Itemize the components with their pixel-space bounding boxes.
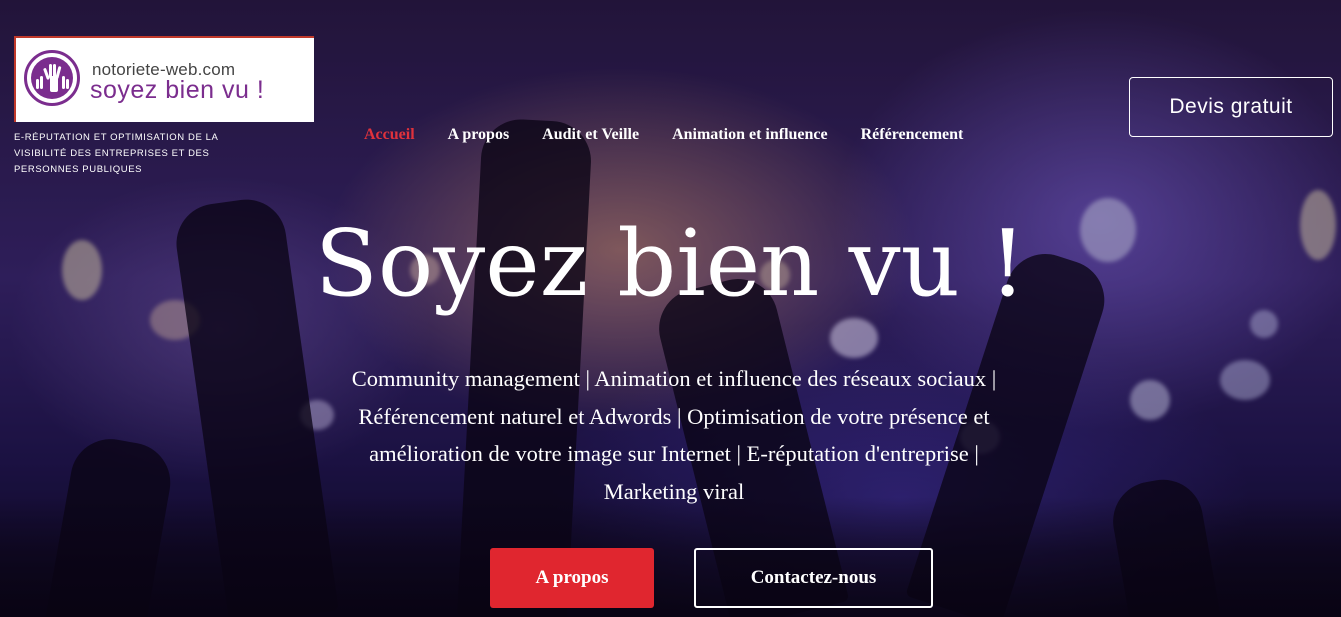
raised-hand-icon	[24, 50, 80, 106]
nav-item-accueil[interactable]: Accueil	[364, 126, 415, 144]
hero-subtitle: Community management | Animation et infl…	[351, 366, 997, 504]
contactez-nous-button[interactable]: Contactez-nous	[694, 548, 933, 608]
site-tagline: E-RÉPUTATION ET OPTIMISATION DE LA VISIB…	[14, 132, 218, 175]
site-logo[interactable]: notoriete-web.com soyez bien vu !	[14, 36, 314, 122]
main-navigation: Accueil A propos Audit et Veille Animati…	[364, 126, 963, 144]
a-propos-button[interactable]: A propos	[490, 548, 654, 608]
devis-gratuit-button[interactable]: Devis gratuit	[1129, 77, 1333, 137]
nav-item-a-propos[interactable]: A propos	[448, 126, 510, 144]
hero-title: Soyez bien vu !	[314, 210, 1027, 317]
nav-item-referencement[interactable]: Référencement	[861, 126, 964, 144]
nav-item-animation-et-influence[interactable]: Animation et influence	[672, 126, 828, 144]
nav-item-audit-et-veille[interactable]: Audit et Veille	[542, 126, 639, 144]
logo-slogan-text: soyez bien vu !	[90, 76, 265, 104]
page: notoriete-web.com soyez bien vu ! E-RÉPU…	[0, 0, 1341, 617]
